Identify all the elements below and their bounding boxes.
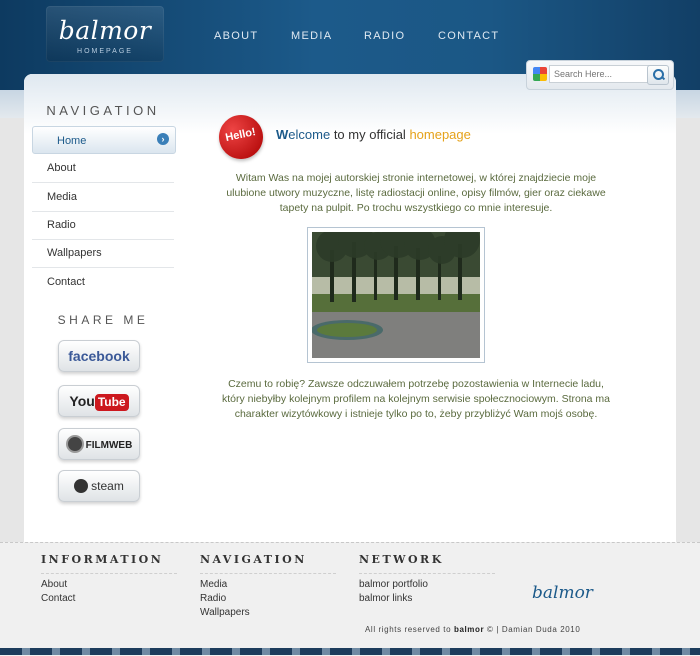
facebook-label: facebook [68, 348, 130, 364]
footer-network-heading: NETWORK [359, 553, 444, 566]
filmweb-label: FILMWEB [85, 440, 133, 451]
search-input[interactable] [549, 65, 651, 83]
footer-information-heading: INFORMATION [41, 553, 164, 566]
copyright-text: All rights reserved to balmor © | Damian… [365, 625, 580, 634]
steam-button[interactable]: steam [58, 470, 140, 502]
welcome-homepage: homepage [409, 127, 471, 142]
youtube-button[interactable]: You Tube [58, 385, 140, 417]
footer-link-portfolio[interactable]: balmor portfolio [359, 579, 428, 590]
footer-link-contact[interactable]: Contact [41, 593, 75, 604]
search-button[interactable] [647, 65, 669, 85]
welcome-first-letter: W [276, 127, 289, 142]
copyright-suffix: © | Damian Duda 2010 [484, 625, 581, 634]
footer-stripe [0, 648, 700, 655]
welcome-middle: to my official [330, 127, 410, 142]
steam-icon [74, 478, 89, 493]
youtube-label-you: You [69, 393, 95, 409]
welcome-rest: elcome [288, 127, 331, 142]
sidebar-item-label: Contact [47, 276, 85, 288]
google-icon [533, 67, 547, 81]
sidebar-item-label: Home [57, 135, 87, 147]
steam-label: steam [91, 479, 124, 493]
topnav-radio[interactable]: RADIO [364, 30, 405, 42]
park-photo-frame [307, 227, 485, 363]
footer-link-about[interactable]: About [41, 579, 67, 590]
sidebar-item-home[interactable]: Home › [32, 126, 176, 154]
footer-link-media[interactable]: Media [200, 579, 227, 590]
search-icon-handle [660, 75, 666, 81]
sidebar-item-wallpapers[interactable]: Wallpapers [32, 239, 174, 268]
intro-paragraph: Witam Was na mojej autorskiej stronie in… [226, 172, 606, 214]
sidebar-item-label: Wallpapers [47, 247, 102, 259]
youtube-label-tube: Tube [94, 394, 129, 411]
site-footer: INFORMATION About Contact NAVIGATION Med… [0, 542, 700, 656]
footer-link-links[interactable]: balmor links [359, 593, 412, 604]
site-logo[interactable]: balmor HOMEPAGE [46, 6, 164, 62]
park-photo-art [312, 232, 480, 358]
copyright-prefix: All rights reserved to [365, 625, 454, 634]
footer-divider [41, 573, 177, 574]
topnav-media[interactable]: MEDIA [291, 30, 332, 42]
logo-text: balmor [58, 16, 152, 45]
footer-link-wallpapers[interactable]: Wallpapers [200, 607, 250, 618]
topnav-contact[interactable]: CONTACT [438, 30, 499, 42]
logo-subtitle: HOMEPAGE [77, 48, 133, 55]
sidebar-item-label: Radio [47, 219, 76, 231]
sidebar-item-label: Media [47, 191, 77, 203]
footer-divider [200, 573, 336, 574]
sidebar-item-contact[interactable]: Contact [32, 268, 174, 296]
sidebar-item-media[interactable]: Media [32, 183, 174, 212]
sidebar-item-label: About [47, 162, 76, 174]
page-side-left [0, 118, 24, 542]
footer-logo[interactable]: balmor [532, 583, 593, 603]
search-box [526, 60, 674, 90]
topnav-about[interactable]: ABOUT [214, 30, 258, 42]
chevron-right-icon: › [157, 133, 169, 145]
sidebar-item-radio[interactable]: Radio [32, 211, 174, 240]
copyright-name: balmor [453, 625, 485, 634]
footer-link-radio[interactable]: Radio [200, 593, 226, 604]
share-heading: SHARE ME [57, 313, 149, 327]
why-paragraph: Czemu to robię? Zawsze odczuwałem potrze… [221, 378, 611, 420]
filmweb-reel-icon [65, 434, 84, 453]
footer-navigation-heading: NAVIGATION [200, 553, 307, 566]
park-photo [312, 232, 480, 358]
facebook-button[interactable]: facebook [58, 340, 140, 372]
welcome-heading: Welcome to my official homepage [276, 127, 471, 142]
filmweb-button[interactable]: FILMWEB [58, 428, 140, 460]
page-side-right [676, 118, 700, 542]
sidebar-heading: NAVIGATION [46, 103, 160, 118]
footer-divider [359, 573, 495, 574]
sidebar-item-about[interactable]: About [32, 154, 174, 183]
